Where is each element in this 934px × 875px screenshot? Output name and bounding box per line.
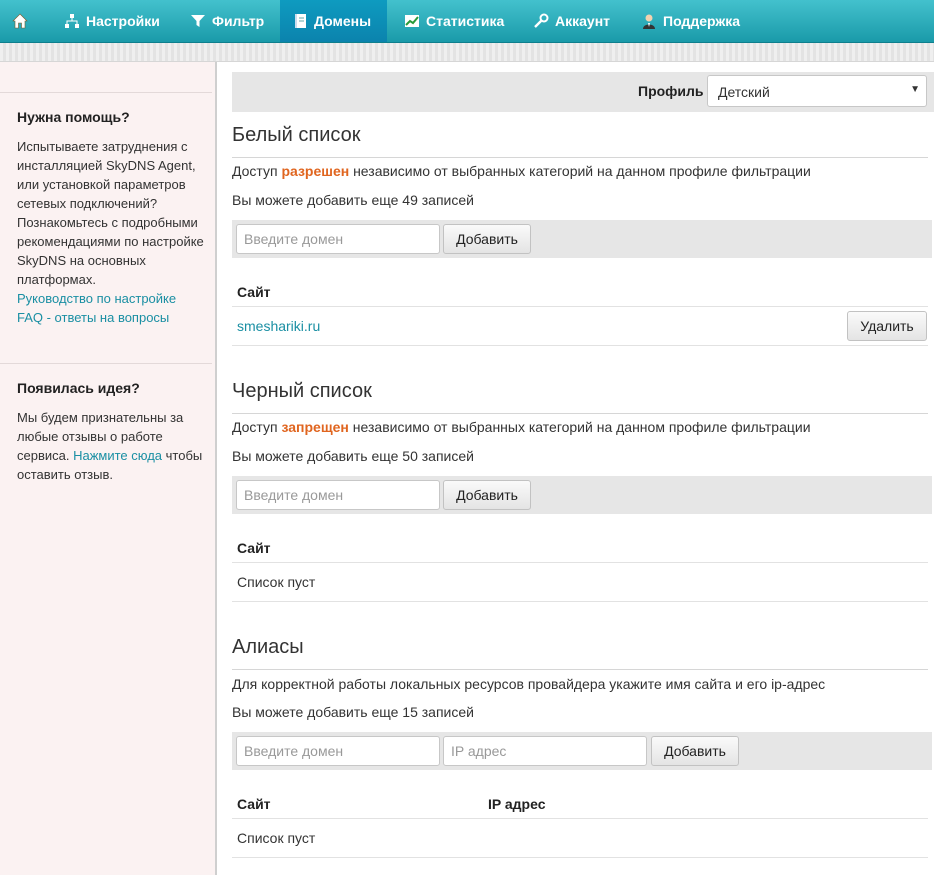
home-nav-button[interactable] [0,0,40,42]
nav-filter[interactable]: Фильтр [178,0,278,42]
nav-filter-label: Фильтр [212,13,265,29]
chevron-down-icon: ▼ [910,84,920,95]
aliases-domain-input[interactable]: Введите домен [236,736,440,766]
nav-settings[interactable]: Настройки [52,0,174,42]
whitelist-desc-text: Доступ [232,163,282,179]
sidebar: Нужна помощь? Испытываете затруднения с … [0,62,217,875]
sidebar-divider [0,92,212,93]
whitelist-form: Введите домен Добавить [232,220,932,258]
table-divider [232,562,928,563]
aliases-remaining: Вы можете добавить еще 15 записей [232,704,474,720]
blacklist-form: Введите домен Добавить [232,476,932,514]
blacklist-remaining: Вы можете добавить еще 50 записей [232,448,474,464]
idea-title: Появилась идея? [17,380,140,396]
user-icon [641,13,657,29]
aliases-add-button[interactable]: Добавить [651,736,739,766]
settings-tree-icon [64,13,80,29]
blacklist-desc-text: Доступ [232,419,282,435]
wrench-icon [533,13,549,29]
home-icon [12,13,28,29]
nav-domains-label: Домены [314,13,372,29]
aliases-col-ip: IP адрес [488,796,546,812]
whitelist-add-button[interactable]: Добавить [443,224,531,254]
decorative-stripe [0,43,934,62]
guide-link[interactable]: Руководство по настройке [17,291,176,306]
table-divider [232,306,928,307]
nav-statistics-label: Статистика [426,13,505,29]
book-icon [292,13,308,29]
whitelist-description: Доступ разрешен независимо от выбранных … [232,163,811,179]
blacklist-domain-input[interactable]: Введите домен [236,480,440,510]
blacklist-description: Доступ запрещен независимо от выбранных … [232,419,811,435]
whitelist-domain-input[interactable]: Введите домен [236,224,440,254]
nav-account-label: Аккаунт [555,13,611,29]
whitelist-status: разрешен [281,163,350,179]
whitelist-site-link[interactable]: smeshariki.ru [237,318,320,334]
blacklist-status: запрещен [281,419,349,435]
whitelist-desc-text-after: независимо от выбранных категорий на дан… [349,163,811,179]
nav-statistics[interactable]: Статистика [392,0,518,42]
whitelist-title: Белый список [232,124,928,158]
help-block: Испытываете затруднения с инсталляцией S… [17,137,207,327]
profile-select[interactable]: Детский ▼ [707,75,927,107]
table-divider [232,857,928,858]
nav-domains[interactable]: Домены [280,0,387,42]
blacklist-empty: Список пуст [237,574,316,590]
top-navigation: Настройки Фильтр Домены Статистика Аккау… [0,0,934,43]
table-divider [232,345,928,346]
profile-select-value: Детский [718,84,770,100]
whitelist-col-site: Сайт [237,284,271,300]
nav-support-label: Поддержка [663,13,741,29]
profile-bar: Профиль Детский ▼ [232,72,934,112]
aliases-col-site: Сайт [237,796,271,812]
aliases-ip-input[interactable]: IP адрес [443,736,647,766]
table-divider [232,601,928,602]
aliases-empty: Список пуст [237,830,316,846]
aliases-title: Алиасы [232,636,928,670]
blacklist-add-button[interactable]: Добавить [443,480,531,510]
chart-icon [404,13,420,29]
funnel-icon [190,13,206,29]
whitelist-remaining: Вы можете добавить еще 49 записей [232,192,474,208]
faq-link[interactable]: FAQ - ответы на вопросы [17,310,169,325]
help-title: Нужна помощь? [17,109,130,125]
table-divider [232,818,928,819]
idea-block: Мы будем признательны за любые отзывы о … [17,408,207,484]
nav-settings-label: Настройки [86,13,160,29]
nav-account[interactable]: Аккаунт [521,0,624,42]
aliases-form: Введите домен IP адрес Добавить [232,732,932,770]
profile-label: Профиль [638,83,704,99]
blacklist-desc-text-after: независимо от выбранных категорий на дан… [348,419,811,435]
feedback-link[interactable]: Нажмите сюда [73,448,162,463]
blacklist-col-site: Сайт [237,540,271,556]
delete-button[interactable]: Удалить [847,311,927,341]
sidebar-divider [0,363,212,364]
help-text: Испытываете затруднения с инсталляцией S… [17,139,204,287]
aliases-description: Для корректной работы локальных ресурсов… [232,676,826,692]
nav-support[interactable]: Поддержка [629,0,754,42]
blacklist-title: Черный список [232,380,928,414]
